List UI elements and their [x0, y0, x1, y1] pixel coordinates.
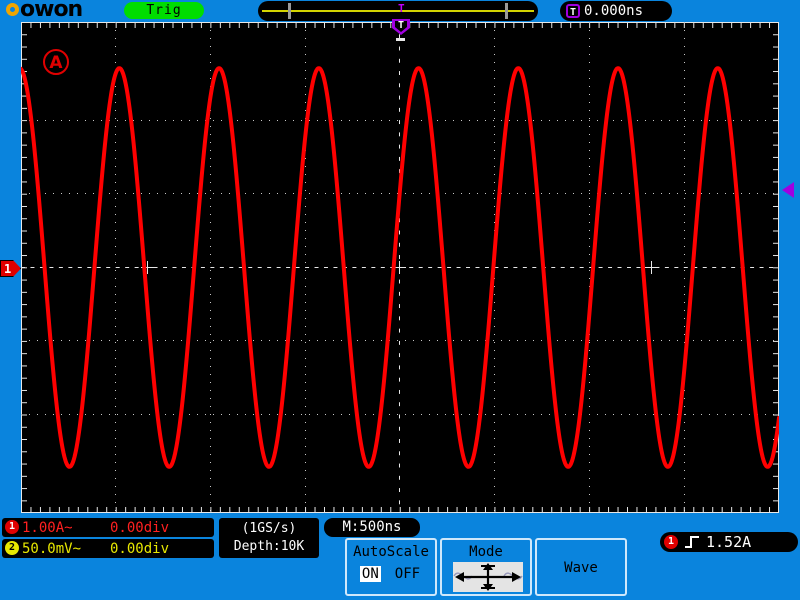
trigger-level-value: 1.52A — [706, 533, 751, 551]
channel2-scale: 50.0mV~ — [22, 541, 81, 557]
channel1-offset: 0.00div — [110, 520, 169, 536]
trigger-channel-badge: 1 — [664, 535, 678, 549]
brand-logo: owon — [6, 0, 106, 23]
trigger-position-pointer-icon[interactable]: T — [392, 19, 410, 37]
sample-rate-value: (1GS/s) — [219, 520, 319, 537]
timebase-readout[interactable]: M:500ns — [324, 518, 420, 537]
channel1-waveform-trace — [21, 22, 779, 513]
position-bracket-left — [288, 3, 291, 19]
brand-name: owon — [20, 0, 82, 23]
trigger-status-badge: Trig — [124, 2, 204, 19]
mode-menu-button[interactable]: Mode — [440, 538, 532, 596]
wave-label: Wave — [537, 560, 625, 576]
time-offset-readout: T 0.000ns — [560, 1, 672, 21]
acquisition-mode-marker: A — [43, 49, 69, 75]
autoscale-menu-button[interactable]: AutoScale ON OFF — [345, 538, 437, 596]
channel1-readout[interactable]: 1 1.00A~ 0.00div — [2, 518, 214, 537]
channel1-ground-pointer[interactable]: 1 — [0, 260, 21, 277]
horizontal-position-indicator[interactable]: T — [258, 1, 538, 21]
trigger-level-pointer-icon[interactable] — [782, 182, 794, 198]
channel2-offset: 0.00div — [110, 541, 169, 557]
channel2-readout[interactable]: 2 50.0mV~ 0.00div — [2, 539, 214, 558]
channel1-scale: 1.00A~ — [22, 520, 73, 536]
time-offset-badge-icon: T — [566, 4, 580, 18]
trigger-pointer-dash — [396, 38, 405, 41]
waveform-display-area[interactable]: A 1 1.00007MHz — [21, 22, 779, 513]
autoscale-label: AutoScale — [347, 544, 435, 560]
acquisition-readout: (1GS/s) Depth:10K — [219, 518, 319, 558]
timebase-value: M:500ns — [324, 519, 420, 536]
four-way-arrow-wave-icon — [453, 562, 523, 592]
logo-o-icon — [6, 3, 19, 16]
oscilloscope-screen: owon Trig T T 0.000ns — [0, 0, 800, 600]
trigger-level-readout: 1 1.52A — [660, 532, 798, 552]
record-depth-value: Depth:10K — [219, 538, 319, 555]
autoscale-on-option[interactable]: ON — [360, 566, 381, 582]
autoscale-off-option[interactable]: OFF — [393, 566, 422, 582]
channel2-badge: 2 — [5, 541, 19, 555]
time-offset-value: 0.000ns — [584, 3, 643, 19]
position-bracket-right — [505, 3, 508, 19]
trigger-pointer-label: T — [392, 19, 410, 32]
channel1-badge: 1 — [5, 520, 19, 534]
trigger-position-marker: T — [398, 3, 405, 14]
wave-menu-button[interactable]: Wave — [535, 538, 627, 596]
mode-label: Mode — [442, 544, 530, 560]
autoscale-toggle[interactable]: ON OFF — [347, 566, 435, 582]
rising-edge-icon — [684, 535, 700, 549]
